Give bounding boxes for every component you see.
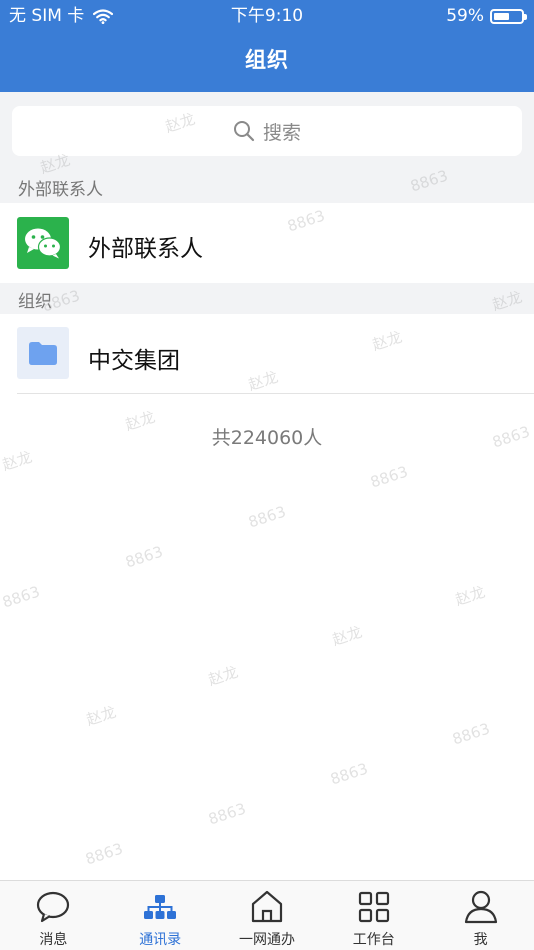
chat-bubble-icon <box>0 889 107 925</box>
home-icon <box>214 889 321 925</box>
tab-label: 消息 <box>39 932 68 948</box>
tab-one-network[interactable]: 一网通办 <box>214 881 321 950</box>
tab-label: 工作台 <box>352 932 395 948</box>
tab-label: 我 <box>473 932 488 948</box>
wechat-icon <box>17 217 69 269</box>
list-item-external-contacts[interactable]: 外部联系人 <box>0 203 534 283</box>
status-bar: 无 SIM 卡 下午9:10 59% <box>0 0 534 32</box>
search-placeholder: 搜索 <box>262 121 301 144</box>
content-area <box>0 393 534 880</box>
org-chart-icon <box>107 889 214 925</box>
section-header-external: 外部联系人 <box>18 180 103 200</box>
tab-me[interactable]: 我 <box>427 881 534 950</box>
header-bar: 无 SIM 卡 下午9:10 59% 组织 <box>0 0 534 92</box>
battery-icon <box>490 8 527 24</box>
tab-label: 通讯录 <box>139 932 182 948</box>
search-input[interactable]: 搜索 <box>12 106 522 156</box>
tab-messages[interactable]: 消息 <box>0 881 107 950</box>
watermark-text: 赵龙 <box>490 287 525 315</box>
list-item-label: 外部联系人 <box>88 236 203 262</box>
page-title: 组织 <box>245 48 289 72</box>
person-icon <box>427 889 534 925</box>
tab-contacts[interactable]: 通讯录 <box>107 881 214 950</box>
list-item-label: 中交集团 <box>88 348 180 374</box>
search-area: 搜索 <box>0 92 534 172</box>
divider <box>17 393 534 394</box>
folder-icon <box>17 327 69 379</box>
grid-icon <box>320 889 427 925</box>
battery-percent: 59% <box>446 6 484 26</box>
tab-workbench[interactable]: 工作台 <box>320 881 427 950</box>
search-icon <box>233 120 255 142</box>
tab-bar: 消息 通讯录 一网通办 工作台 我 <box>0 880 534 950</box>
list-item-org[interactable]: 中交集团 <box>0 314 534 393</box>
tab-label: 一网通办 <box>238 932 295 948</box>
section-header-org: 组织 <box>18 292 52 312</box>
member-count: 共224060人 <box>211 427 323 449</box>
